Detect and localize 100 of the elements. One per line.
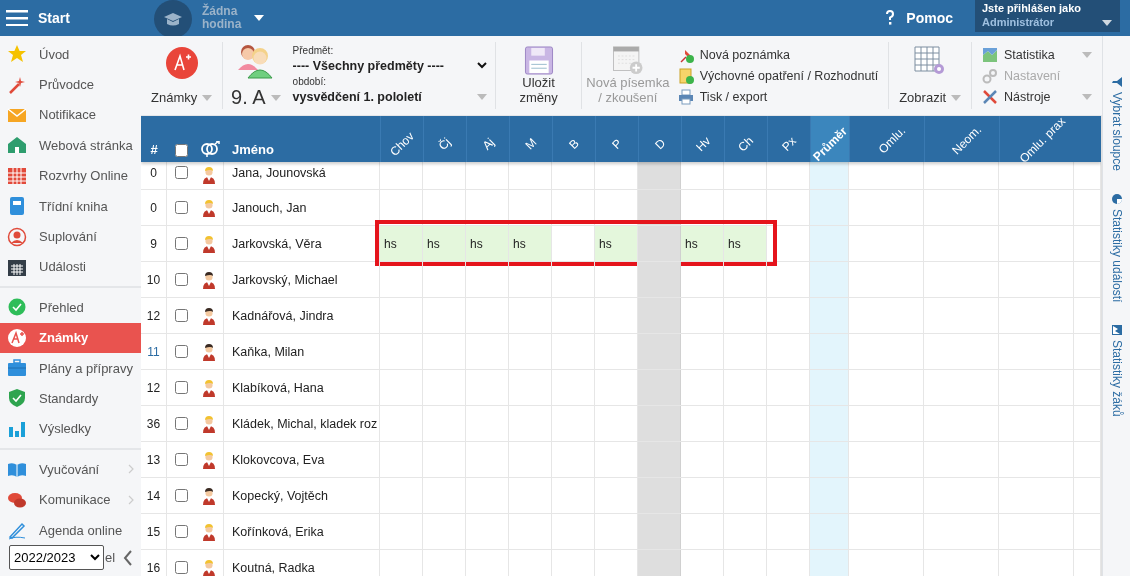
row-checkbox[interactable] [174,309,188,322]
help-link[interactable]: Pomoc [884,9,953,27]
grade-cell[interactable] [638,514,681,549]
toolbar-action[interactable]: Výchovné opatření / Rozhodnutí [677,67,879,84]
grade-cell[interactable] [638,298,681,333]
save-button[interactable]: Uložit změny [496,42,582,109]
user-menu[interactable]: Jste přihlášen jako Administrátor [975,0,1120,32]
student-name: Klabíková, Hana [232,380,324,395]
menu-button[interactable]: Start [0,10,150,26]
select-all-checkbox[interactable] [174,144,188,157]
column-header[interactable]: Ch [735,133,757,155]
row-checkbox[interactable] [174,345,188,358]
grade-cell[interactable]: hs [595,226,638,261]
student-name: Janouch, Jan [232,200,307,215]
row-number: 16 [146,560,161,575]
grade-cell[interactable] [810,262,849,297]
sidebar-item[interactable]: Plány a přípravy [0,352,141,384]
grade-cell[interactable]: hs [724,226,767,261]
shield-icon [7,388,27,409]
toolbar-menu-item[interactable]: Statistika [982,46,1092,63]
toolbar-action[interactable]: Tisk / export [677,88,879,105]
calendar-icon [7,165,27,186]
grade-cell[interactable] [810,226,849,261]
grade-cell[interactable] [638,162,681,189]
grade-cell[interactable] [638,370,681,405]
pen-icon [7,520,27,541]
column-header[interactable]: B [566,136,582,152]
column-header[interactable]: Čj [436,135,454,153]
column-header[interactable]: Hv [692,133,714,155]
column-header[interactable]: M [522,135,540,153]
side-tab[interactable]: Statistiky žáků [1109,324,1124,417]
row-checkbox[interactable] [174,453,188,466]
student-name: Klokovcova, Eva [232,452,325,467]
people-icon [235,42,276,80]
grade-cell[interactable]: hs [423,226,466,261]
sidebar-item[interactable]: Vyučování [0,454,141,485]
sidebar-item[interactable]: Suplování [0,221,141,252]
grade-cell[interactable] [638,478,681,513]
row-checkbox[interactable] [174,525,188,538]
sidebar-item[interactable]: Rozvrhy Online [0,160,141,191]
view-button[interactable]: Zobrazit [889,42,972,109]
grade-cell[interactable] [810,298,849,333]
grade-cell[interactable]: hs [380,226,423,261]
side-tab[interactable]: Vybrat sloupce [1109,76,1124,171]
sidebar-item[interactable]: Agenda online [0,514,141,546]
grade-cell[interactable] [638,550,681,576]
gender-icon [199,141,220,157]
row-number: 12 [146,380,161,395]
grades-module-button[interactable]: Známky [141,42,223,109]
subject-dropdown[interactable]: ---- Všechny předměty ---- [292,55,488,76]
grade-cell[interactable] [810,190,849,225]
grade-cell[interactable] [638,334,681,369]
caret-icon [202,94,213,101]
period-dropdown[interactable]: vysvědčení 1. pololetí [292,86,488,107]
column-header[interactable]: Px [779,134,799,154]
row-checkbox[interactable] [174,273,188,286]
row-checkbox[interactable] [174,417,188,430]
grade-cell[interactable] [810,334,849,369]
grade-cell[interactable] [810,442,849,477]
row-checkbox[interactable] [174,561,188,574]
sidebar-item[interactable]: Průvodce [0,69,141,100]
grade-cell[interactable] [810,370,849,405]
grade-cell[interactable] [810,550,849,576]
grade-cell[interactable] [638,406,681,441]
grade-cell[interactable] [810,406,849,441]
row-checkbox[interactable] [174,201,188,214]
row-checkbox[interactable] [174,381,188,394]
row-checkbox[interactable] [174,237,188,250]
toolbar-action[interactable]: Nová poznámka [677,46,879,63]
grade-cell[interactable]: hs [681,226,724,261]
caret-icon [1102,20,1112,26]
grade-cell[interactable] [638,226,681,261]
row-checkbox[interactable] [174,166,188,179]
sidebar-item[interactable]: Notifikace [0,99,141,131]
year-select[interactable]: 2022/2023 [9,545,104,571]
sidebar-item[interactable]: Výsledky [0,413,141,445]
sidebar-item[interactable]: Třídní kniha [0,190,141,222]
sidebar-item[interactable]: Události [0,251,141,283]
class-selector[interactable]: 9. A [223,42,289,109]
column-header[interactable]: P [609,136,625,152]
grade-cell[interactable] [810,478,849,513]
row-number: 12 [146,308,161,323]
grade-cell[interactable]: hs [466,226,509,261]
grade-cell[interactable]: hs [509,226,552,261]
sidebar-item[interactable]: Webová stránka [0,130,141,161]
side-tab[interactable]: Statistiky událostí [1109,192,1124,303]
sidebar-item[interactable]: Standardy [0,383,141,414]
grade-cell[interactable] [638,262,681,297]
filter-icon [1110,76,1123,88]
sidebar-item[interactable]: Komunikace [0,484,141,515]
sidebar-item[interactable]: Známky [0,322,141,353]
column-header[interactable]: Aj [479,135,497,153]
grade-cell[interactable] [810,162,849,189]
field-label: Předmět: [292,44,335,56]
row-checkbox[interactable] [174,489,188,502]
sidebar-item[interactable]: Přehled [0,292,141,323]
grade-cell[interactable] [810,514,849,549]
sidebar-item[interactable]: Úvod [0,39,141,70]
toolbar-menu-item[interactable]: Nástroje [982,88,1092,105]
grade-cell[interactable] [638,442,681,477]
